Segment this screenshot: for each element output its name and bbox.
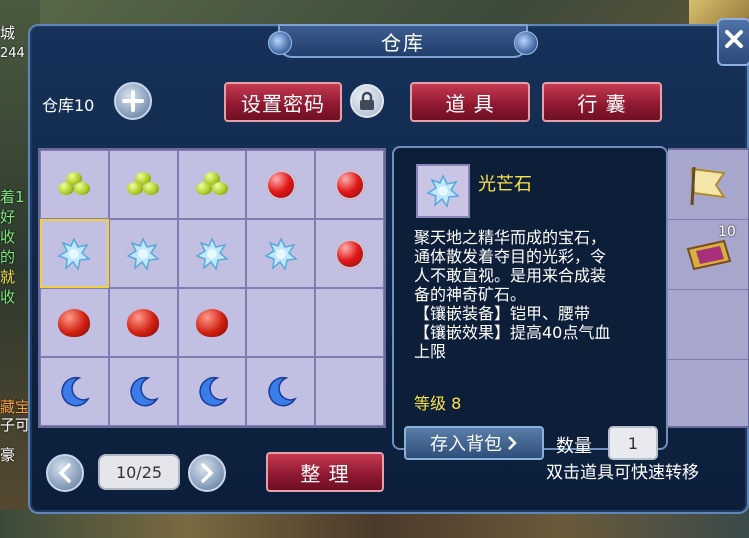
chevron-left-icon [58, 463, 71, 483]
quantity-label: 数量 [556, 436, 592, 457]
blue-moon-icon [268, 376, 297, 406]
grid-slot[interactable] [177, 288, 247, 357]
blue-moon-icon [199, 376, 228, 406]
red-stone-icon [127, 308, 160, 337]
add-warehouse-button[interactable] [114, 82, 152, 120]
background-scene-bottom [0, 510, 749, 538]
lock-icon [360, 91, 374, 110]
red-stone-icon [58, 308, 91, 337]
flag-icon [690, 166, 727, 205]
background-text: 子可 [0, 416, 31, 434]
close-button[interactable] [717, 18, 749, 66]
lock-button[interactable] [350, 84, 384, 118]
grid-slot[interactable] [315, 150, 384, 219]
transfer-hint: 双击道具可快速转移 [546, 463, 699, 483]
crystal-icon [126, 236, 160, 271]
grid-slot[interactable] [40, 150, 109, 219]
bag-slot[interactable] [668, 150, 748, 220]
background-text: 城 [0, 24, 16, 42]
ruby-icon [265, 169, 296, 200]
ruby-icon [334, 169, 365, 200]
grid-slot[interactable] [108, 150, 178, 219]
store-to-bag-button[interactable]: 存入背包 [404, 426, 544, 460]
grid-slot[interactable] [246, 357, 316, 426]
green-beads-icon [56, 170, 92, 200]
grid-slot[interactable] [177, 150, 247, 219]
description-line: 【镶嵌装备】铠甲、腰带 [414, 304, 591, 323]
item-icon-frame [416, 164, 470, 218]
bag-slot[interactable] [668, 360, 748, 430]
set-password-button[interactable]: 设置密码 [224, 82, 342, 122]
carpet-icon [686, 239, 732, 270]
item-tooltip: 光芒石 聚天地之精华而成的宝石， 通体散发着夺目的光彩，令 人不敢直视。是用来合… [392, 146, 668, 460]
grid-slot[interactable] [108, 288, 178, 357]
grid-slot[interactable] [40, 357, 109, 426]
grid-slot[interactable] [40, 219, 109, 288]
ruby-icon [334, 238, 365, 269]
background-text: 244 [0, 46, 25, 61]
ornament-icon [268, 31, 292, 55]
item-level: 等级 8 [414, 394, 462, 413]
crystal-icon [426, 174, 460, 208]
description-line: 通体散发着夺目的光彩，令 [414, 247, 607, 266]
green-beads-icon [194, 170, 230, 200]
grid-slot[interactable] [315, 357, 384, 426]
bag-slot[interactable] [668, 290, 748, 360]
window-title: 仓库 [381, 30, 425, 55]
chevron-right-icon [508, 436, 517, 450]
grid-slot[interactable] [315, 288, 384, 357]
background-text: 收 [0, 288, 16, 306]
sort-button[interactable]: 整 理 [266, 452, 384, 492]
background-text: 着1 [0, 188, 25, 206]
tab-bag[interactable]: 行 囊 [542, 82, 662, 122]
tab-items[interactable]: 道 具 [410, 82, 530, 122]
prev-page-button[interactable] [46, 454, 84, 492]
blue-moon-icon [130, 376, 160, 406]
grid-slot[interactable] [246, 150, 316, 219]
blue-moon-icon [61, 376, 91, 406]
background-text: 好 [0, 208, 16, 226]
background-text: 就 [0, 268, 16, 286]
item-name: 光芒石 [478, 174, 532, 195]
crystal-icon [195, 236, 229, 271]
description-line: 上限 [414, 342, 447, 361]
description-line: 【镶嵌效果】提高40点气血 [414, 323, 611, 342]
warehouse-window: 仓库 仓库10 设置密码 道 具 行 囊 光芒石 聚天地之精华而成的宝石， 通体… [28, 18, 749, 514]
item-description: 聚天地之精华而成的宝石， 通体散发着夺目的光彩，令 人不敢直视。是用来合成装 备… [414, 228, 662, 361]
ornament-icon [514, 31, 538, 55]
bag-slot[interactable]: 10 [668, 220, 748, 290]
grid-slot[interactable] [108, 357, 178, 426]
bag-grid-partial: 10 [668, 148, 749, 428]
grid-slot[interactable] [177, 357, 247, 426]
description-line: 备的神奇矿石。 [414, 285, 527, 304]
grid-slot[interactable] [177, 219, 247, 288]
green-beads-icon [125, 170, 161, 200]
grid-slot[interactable] [40, 288, 109, 357]
store-to-bag-label: 存入背包 [430, 434, 502, 455]
chevron-right-icon [201, 463, 214, 483]
background-text: 的 [0, 248, 16, 266]
grid-slot[interactable] [246, 219, 316, 288]
crystal-icon [57, 236, 92, 271]
background-text: 收 [0, 228, 16, 246]
crystal-icon [264, 236, 298, 271]
background-text: 豪 [0, 446, 16, 464]
close-icon [725, 30, 743, 48]
item-count-badge: 10 [718, 224, 736, 240]
plus-icon [122, 90, 144, 112]
next-page-button[interactable] [188, 454, 226, 492]
warehouse-number-label: 仓库10 [42, 96, 95, 115]
grid-slot[interactable] [315, 219, 384, 288]
description-line: 人不敢直视。是用来合成装 [414, 266, 607, 285]
quantity-input[interactable]: 1 [608, 426, 658, 460]
red-stone-icon [195, 308, 228, 337]
grid-slot[interactable] [246, 288, 316, 357]
description-line: 聚天地之精华而成的宝石， [414, 228, 607, 247]
grid-slot[interactable] [108, 219, 178, 288]
warehouse-grid [38, 148, 386, 428]
page-indicator: 10/25 [98, 454, 180, 490]
title-bar: 仓库 [268, 24, 538, 58]
